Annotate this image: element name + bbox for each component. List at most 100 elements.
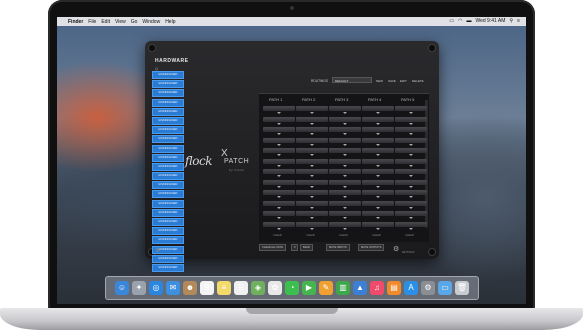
chevron-down-icon[interactable] — [310, 185, 314, 188]
save-button[interactable]: SAVE — [388, 79, 396, 83]
path-slot[interactable] — [329, 200, 361, 206]
hardware-item[interactable]: UNASSIGNED — [152, 98, 184, 107]
path-slot[interactable] — [395, 137, 427, 143]
path-slot[interactable] — [263, 116, 295, 122]
hardware-item[interactable]: UNASSIGNED — [152, 227, 184, 236]
menu-view[interactable]: View — [115, 19, 126, 25]
chevron-down-icon[interactable] — [277, 112, 281, 114]
path-slot[interactable] — [263, 106, 295, 111]
chevron-down-icon[interactable] — [343, 133, 347, 135]
delete-button[interactable]: DELETE — [412, 79, 424, 83]
path-slot[interactable] — [395, 106, 427, 111]
path-slot[interactable] — [362, 148, 394, 153]
numbers-icon[interactable]: ▥ — [336, 281, 350, 295]
path-slot[interactable] — [296, 148, 328, 153]
chevron-down-icon[interactable] — [277, 206, 281, 209]
path-slot[interactable] — [329, 148, 361, 153]
chevron-down-icon[interactable] — [376, 185, 380, 188]
chevron-down-icon[interactable] — [409, 206, 413, 209]
trash-icon[interactable]: 🗑 — [455, 281, 469, 295]
menu-go[interactable]: Go — [131, 19, 138, 25]
path-slot[interactable] — [329, 169, 361, 174]
hardware-item[interactable]: UNASSIGNED — [152, 116, 184, 125]
chevron-down-icon[interactable] — [409, 196, 413, 198]
path-slot[interactable] — [329, 211, 361, 216]
messages-icon[interactable]: ◔ — [285, 281, 299, 295]
path-slot[interactable] — [296, 169, 328, 174]
clear-path-button[interactable]: CLEAR — [339, 234, 348, 237]
bank-button[interactable]: BANK — [300, 244, 314, 251]
path-slot[interactable] — [263, 169, 295, 174]
path-slot[interactable] — [296, 190, 328, 195]
chevron-down-icon[interactable] — [376, 143, 380, 146]
path-slot[interactable] — [395, 190, 427, 195]
path-slot[interactable] — [362, 127, 394, 132]
launchpad-icon[interactable]: ✦ — [132, 281, 146, 295]
path-slot[interactable] — [362, 221, 394, 227]
path-slot[interactable] — [263, 221, 295, 227]
path-slot[interactable] — [263, 158, 295, 164]
finder-icon[interactable]: ☺ — [115, 281, 129, 295]
path-slot[interactable] — [362, 169, 394, 174]
menu-window[interactable]: Window — [142, 19, 160, 25]
path-slot[interactable] — [395, 158, 427, 164]
path-slot[interactable] — [362, 190, 394, 195]
hardware-item[interactable]: UNASSIGNED — [152, 236, 184, 245]
chevron-down-icon[interactable] — [310, 175, 314, 177]
path-slot[interactable] — [263, 127, 295, 132]
chevron-down-icon[interactable] — [277, 227, 281, 230]
chevron-down-icon[interactable] — [343, 154, 347, 156]
folder-icon[interactable]: ▭ — [438, 281, 452, 295]
chevron-down-icon[interactable] — [310, 154, 314, 156]
chevron-down-icon[interactable] — [376, 112, 380, 114]
chevron-down-icon[interactable] — [409, 122, 413, 125]
chevron-down-icon[interactable] — [277, 175, 281, 177]
path-slot[interactable] — [362, 200, 394, 206]
chevron-down-icon[interactable] — [376, 175, 380, 177]
path-slot[interactable] — [296, 211, 328, 216]
chevron-down-icon[interactable] — [310, 196, 314, 198]
mute-inputs-button[interactable]: MUTE INPUTS — [326, 244, 350, 251]
path-slot[interactable] — [395, 127, 427, 132]
airplay-icon[interactable]: ▭ — [449, 18, 454, 24]
bank-value[interactable]: 0 — [291, 244, 299, 251]
books-icon[interactable]: ▤ — [387, 281, 401, 295]
hardware-item[interactable]: UNASSIGNED — [152, 162, 184, 171]
path-slot[interactable] — [263, 200, 295, 206]
path-slot[interactable] — [362, 158, 394, 164]
hardware-item[interactable]: UNASSIGNED — [152, 135, 184, 144]
chevron-down-icon[interactable] — [310, 227, 314, 230]
list-icon[interactable]: ≡ — [517, 18, 520, 24]
hardware-item[interactable]: UNASSIGNED — [152, 208, 184, 217]
mute-outputs-button[interactable]: MUTE OUTPUTS — [358, 244, 385, 251]
chevron-down-icon[interactable] — [343, 206, 347, 209]
chevron-down-icon[interactable] — [376, 206, 380, 209]
maps-icon[interactable]: ◈ — [251, 281, 265, 295]
hardware-item[interactable]: UNASSIGNED — [152, 172, 184, 181]
path-slot[interactable] — [329, 106, 361, 111]
chevron-down-icon[interactable] — [310, 143, 314, 146]
chevron-down-icon[interactable] — [376, 227, 380, 230]
path-slot[interactable] — [362, 106, 394, 111]
clear-path-button[interactable]: CLEAR — [372, 234, 381, 237]
path-slot[interactable] — [329, 190, 361, 195]
path-slot[interactable] — [296, 116, 328, 122]
preferences-icon[interactable]: ⚙ — [421, 281, 435, 295]
chevron-down-icon[interactable] — [409, 154, 413, 156]
path-slot[interactable] — [329, 116, 361, 122]
music-icon[interactable]: ♫ — [370, 281, 384, 295]
path-slot[interactable] — [395, 148, 427, 153]
hardware-item[interactable]: UNASSIGNED — [152, 153, 184, 162]
clear-path-button[interactable]: CLEAR — [306, 234, 315, 237]
path-slot[interactable] — [263, 211, 295, 216]
path-slot[interactable] — [296, 137, 328, 143]
chevron-down-icon[interactable] — [409, 185, 413, 188]
path-slot[interactable] — [296, 221, 328, 227]
menu-app-name[interactable]: Finder — [68, 19, 83, 25]
chevron-down-icon[interactable] — [277, 217, 281, 219]
chevron-down-icon[interactable] — [343, 217, 347, 219]
photos-icon[interactable]: ✿ — [268, 281, 282, 295]
chevron-down-icon[interactable] — [277, 164, 281, 167]
path-slot[interactable] — [296, 127, 328, 132]
routings-select[interactable]: DEFAULT — [332, 77, 372, 83]
